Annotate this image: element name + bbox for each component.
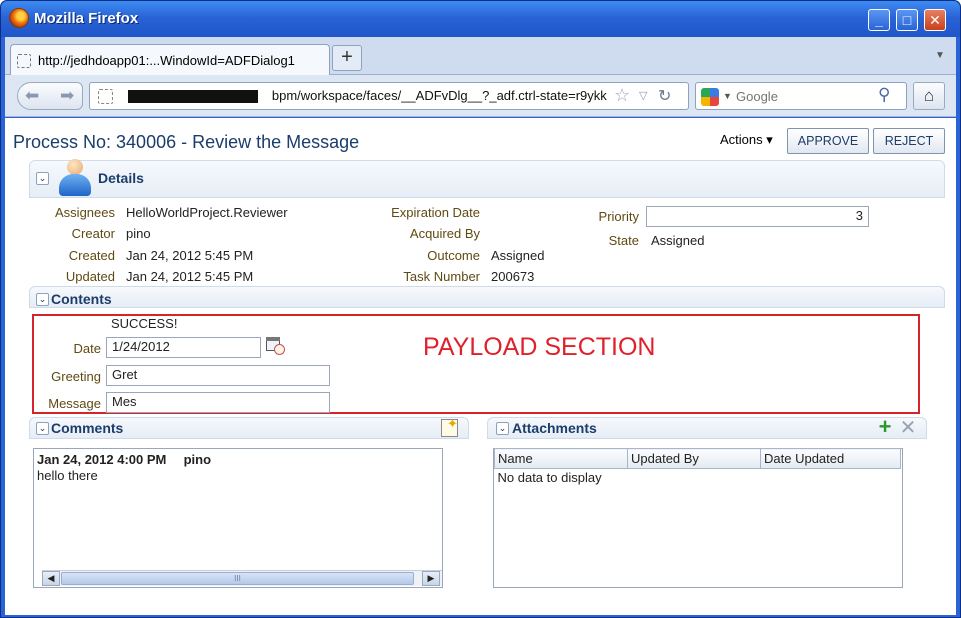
comment-text: hello there [37,468,98,483]
user-avatar-icon [58,159,92,197]
priority-label: Priority [598,209,639,224]
url-bar[interactable]: http://jedhdoapp01:8888/bpm/workspace/fa… [89,82,689,110]
delete-icon[interactable]: ✕ [898,418,918,438]
search-bar: ▼ ⚲ [695,82,907,110]
maximize-button[interactable]: □ [896,9,918,31]
add-comment-icon[interactable]: ✦ [441,416,458,437]
message-field[interactable]: Mes [106,392,330,413]
browser-window: Mozilla Firefox _ □ ✕ http://jedhdoapp01… [0,0,961,618]
comments-box: Jan 24, 2012 4:00 PM pino hello there ◀ … [33,448,443,588]
contents-section-title: Contents [51,291,112,307]
payload-annotation: PAYLOAD SECTION [423,333,656,361]
attachments-collapse-toggle[interactable]: ⌄ [496,422,509,435]
greeting-label: Greeting [51,369,101,384]
task-number-value: 200673 [491,269,535,284]
date-label: Date [73,341,101,356]
home-icon: ⌂ [923,86,935,105]
title-bar: Mozilla Firefox _ □ ✕ [1,1,960,37]
contents-collapse-toggle[interactable]: ⌄ [36,293,49,306]
page-title: Process No: 340006 - Review the Message [13,132,360,152]
task-number-label: Task Number [403,269,480,284]
tab-strip: http://jedhdoapp01:...WindowId=ADFDialog… [5,37,956,75]
window-title: Mozilla Firefox [34,10,139,27]
engine-dropdown-icon[interactable]: ▼ [723,91,732,101]
creator-label: Creator [71,226,115,241]
approve-button[interactable]: APPROVE [787,128,869,154]
creator-value: pino [126,226,151,241]
state-label: State [608,233,639,248]
comments-section-title: Comments [51,420,124,436]
attachments-section-title: Attachments [512,420,597,436]
outcome-label: Outcome [427,248,480,263]
state-value: Assigned [651,233,705,248]
comment-author: pino [183,452,212,467]
acquired-by-label: Acquired By [409,226,480,241]
details-section-title: Details [98,170,144,186]
message-label: Message [48,396,101,411]
redaction-block [128,90,258,103]
column-header-name[interactable]: Name [494,448,628,469]
status-text: SUCCESS! [111,316,178,331]
scroll-left-button[interactable]: ◀ [42,571,60,586]
browser-chrome: http://jedhdoapp01:...WindowId=ADFDialog… [5,37,956,117]
tab-title: http://jedhdoapp01:...WindowId=ADFDialog… [38,53,295,68]
empty-table-message: No data to display [497,470,602,485]
back-arrow-icon[interactable]: ⬅ [25,86,39,106]
comment-header: Jan 24, 2012 4:00 PM pino [37,452,211,467]
page-favicon-icon [17,54,31,68]
search-icon[interactable]: ⚲ [878,85,890,105]
expiration-date-label: Expiration Date [391,205,480,220]
column-header-date-updated[interactable]: Date Updated [760,448,901,469]
updated-value: Jan 24, 2012 5:45 PM [126,269,254,284]
url-dropdown-icon[interactable]: ▽ [639,89,647,102]
priority-field[interactable]: 3 [646,206,869,227]
assignees-label: Assignees [55,205,115,220]
scroll-right-button[interactable]: ▶ [422,571,440,586]
details-collapse-toggle[interactable]: ⌄ [36,172,49,185]
assignees-value: HelloWorldProject.Reviewer [126,205,288,220]
outcome-value: Assigned [491,248,545,263]
url-visible-text: bpm/workspace/faces/__ADFvDlg__?_adf.ctr… [271,88,607,103]
browser-tab[interactable]: http://jedhdoapp01:...WindowId=ADFDialog… [10,44,330,75]
forward-arrow-icon[interactable]: ➡ [60,86,74,106]
firefox-logo-icon [9,8,29,28]
tab-list-arrow-icon[interactable]: ▼ [935,50,945,61]
google-engine-icon[interactable] [701,88,719,106]
new-tab-button[interactable]: + [332,45,362,71]
navigation-bar: ⬅ ➡ http://jedhdoapp01:8888/bpm/workspac… [5,75,956,117]
date-field[interactable]: 1/24/2012 [106,337,261,358]
greeting-field[interactable]: Gret [106,365,330,386]
close-window-button[interactable]: ✕ [924,9,946,31]
back-forward-group: ⬅ ➡ [17,82,83,110]
minimize-button[interactable]: _ [868,9,890,31]
site-identity-icon[interactable] [98,89,113,104]
actions-menu[interactable]: Actions ▾ [720,132,773,148]
contents-panel-header [29,286,945,308]
comments-collapse-toggle[interactable]: ⌄ [36,422,49,435]
add-green-icon[interactable]: + [875,416,895,438]
comment-timestamp: Jan 24, 2012 4:00 PM [37,452,167,467]
reload-icon[interactable]: ↻ [658,86,671,106]
reject-button[interactable]: REJECT [873,128,945,154]
home-button[interactable]: ⌂ [913,82,945,110]
table-header-row: Name Updated By Date Updated [494,448,901,469]
column-header-updated-by[interactable]: Updated By [627,448,761,469]
created-value: Jan 24, 2012 5:45 PM [126,248,254,263]
attachments-table: Name Updated By Date Updated No data to … [494,448,901,486]
table-row: No data to display [495,469,901,487]
created-label: Created [68,248,115,263]
scroll-thumb[interactable]: III [61,572,414,585]
bookmark-star-icon[interactable]: ☆ [614,85,630,106]
page-content: Process No: 340006 - Review the Message … [5,118,956,615]
updated-label: Updated [65,269,115,284]
horizontal-scrollbar[interactable]: ◀ III ▶ [42,570,442,586]
search-input[interactable] [734,87,874,105]
details-panel-header [29,160,945,198]
calendar-clock-icon[interactable] [266,337,286,357]
